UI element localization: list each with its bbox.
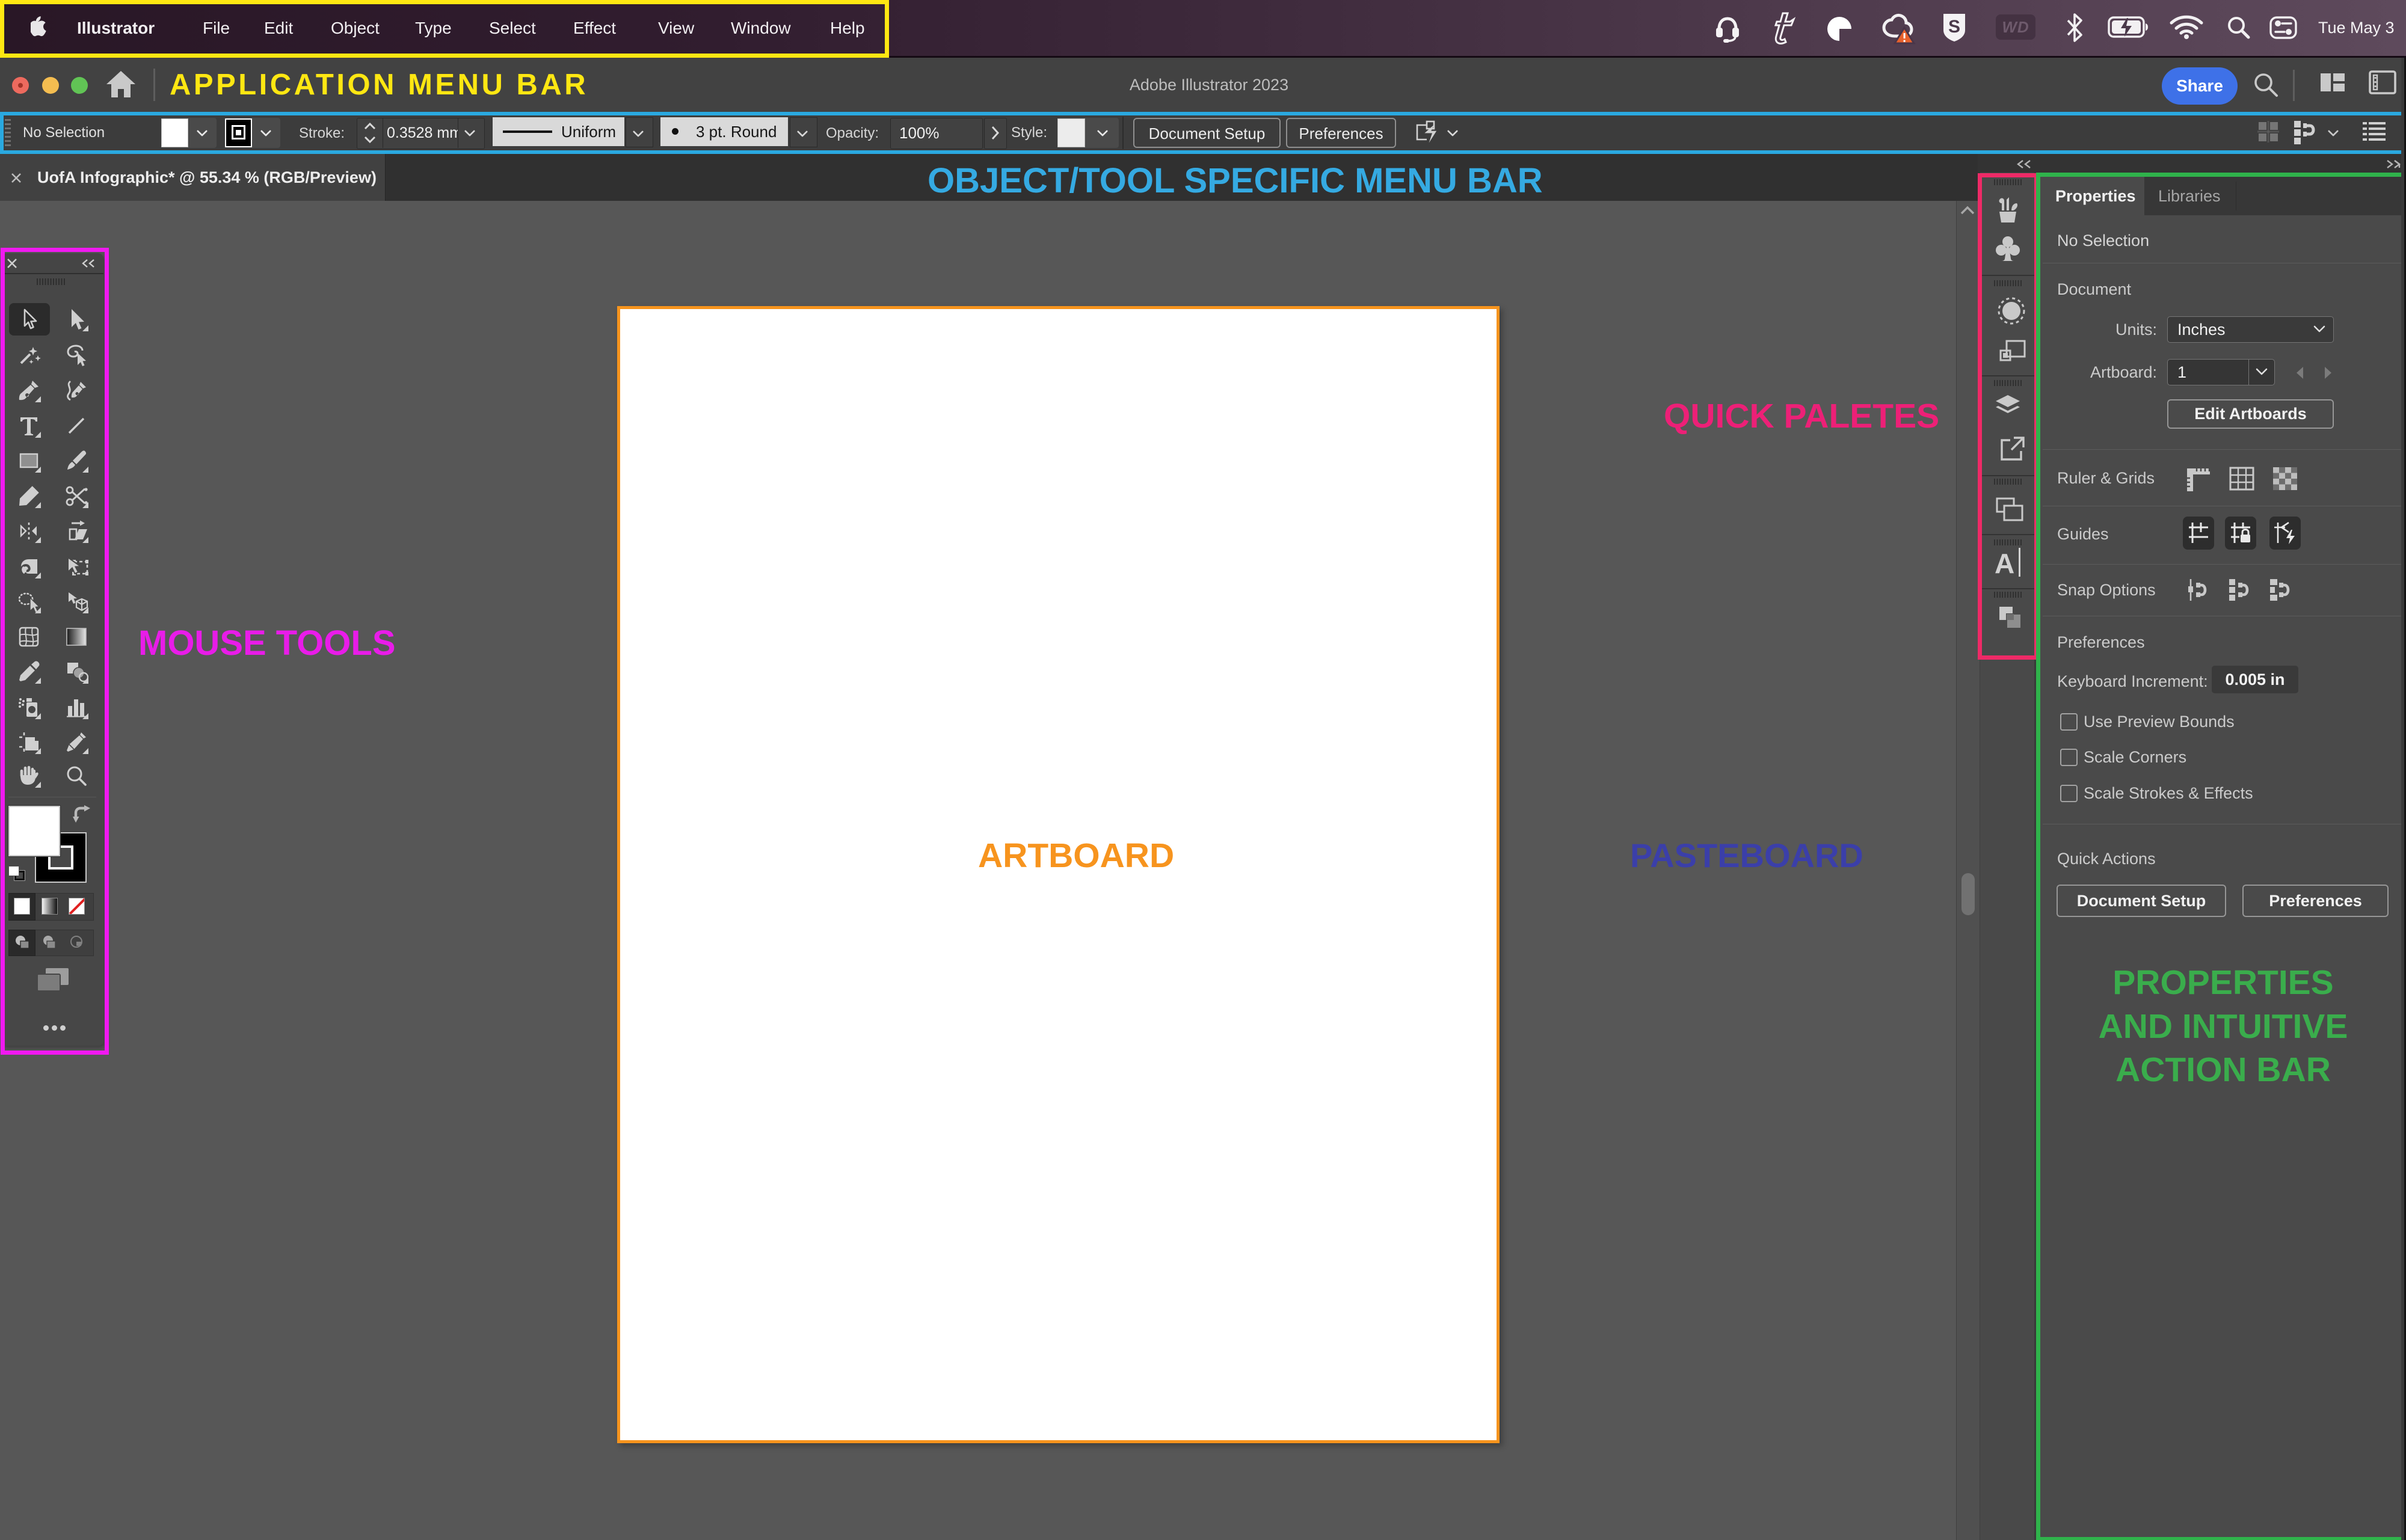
svg-text:S: S (1948, 17, 1960, 37)
